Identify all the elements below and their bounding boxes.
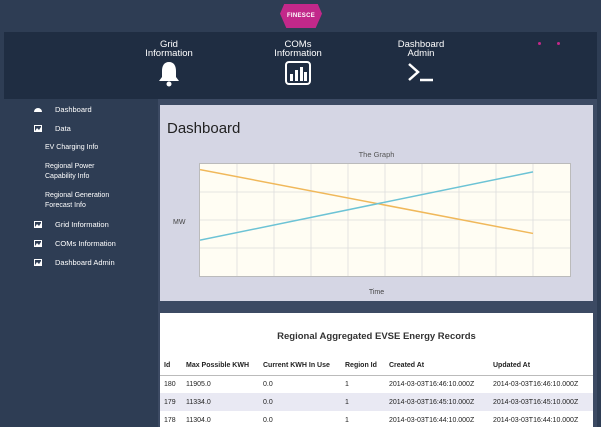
table-cell: 0.0	[259, 393, 341, 411]
chart-title: The Graph	[358, 150, 395, 159]
nav-label-line2: Information	[145, 48, 193, 59]
sidebar-item-ev-charging-info[interactable]: EV Charging Info	[45, 143, 98, 153]
sidebar-item-dashboard[interactable]: Dashboard	[34, 105, 92, 115]
records-table: Id Max Possible KWH Current KWH In Use Regi…	[160, 357, 593, 427]
table-cell: 1	[345, 380, 349, 388]
bar-chart-icon	[285, 61, 311, 85]
sidebar-item-dashboard-admin[interactable]: Dashboard Admin	[34, 258, 115, 268]
table-cell: 179	[160, 393, 182, 411]
main-content: Dashboard The Graph MW Time Regional Agg…	[158, 99, 597, 427]
table-cell: 0.0	[263, 380, 273, 388]
sidebar-item-label: COMs Information	[55, 239, 116, 248]
table-cell: 11905.0	[186, 380, 211, 388]
sidebar-item-coms-information[interactable]: COMs Information	[34, 239, 116, 249]
column-header: Id	[160, 357, 182, 376]
table-cell: 2014-03-03T16:46:10.000Z	[389, 380, 475, 388]
chart-x-axis-label: Time	[368, 289, 385, 296]
table-cell: 2014-03-03T16:45:10.000Z	[385, 393, 489, 411]
column-header: Created At	[385, 357, 489, 376]
nav-grid-information[interactable]: Grid Information	[139, 40, 199, 87]
picture-icon	[34, 125, 42, 133]
series-line-1	[199, 168, 534, 235]
table-cell: 2014-03-03T16:44:10.000Z	[389, 416, 475, 424]
accent-dot	[538, 42, 541, 45]
sidebar-item-data[interactable]: Data	[34, 124, 71, 134]
sidebar-item-regional-power-capability[interactable]: Regional Power Capability Info	[45, 162, 115, 181]
sidebar-item-label: Dashboard	[55, 105, 92, 114]
sidebar-item-regional-generation-forecast[interactable]: Regional Generation Forecast Info	[45, 191, 120, 210]
nav-label-line2: Information	[274, 48, 322, 59]
page-title: Dashboard	[167, 120, 241, 137]
picture-icon	[34, 259, 42, 267]
dashboard-icon	[34, 108, 42, 113]
table-cell: 2014-03-03T16:46:10.000Z	[493, 380, 579, 388]
table-header-row: Id Max Possible KWH Current KWH In Use Regi…	[160, 357, 593, 376]
sidebar-item-grid-information[interactable]: Grid Information	[34, 220, 109, 230]
sidebar-item-label: Data	[55, 124, 71, 133]
table-cell: 0.0	[263, 416, 273, 424]
column-header: Current KWH In Use	[259, 357, 341, 376]
table-cell: 2014-03-03T16:45:10.000Z	[489, 393, 593, 411]
finesce-logo[interactable]: FINESCE	[280, 4, 322, 28]
picture-icon	[34, 221, 42, 229]
graph-panel: Dashboard The Graph MW Time	[160, 105, 593, 301]
terminal-icon	[408, 63, 433, 82]
table-row[interactable]: 179 11334.0 0.0 1 2014-03-03T16:45:10.000Z 20…	[160, 393, 593, 411]
column-header: Updated At	[489, 357, 593, 376]
column-header: Region Id	[341, 357, 385, 376]
table-cell: 1	[345, 416, 349, 424]
table-cell: 11334.0	[182, 393, 259, 411]
sidebar: Dashboard Data EV Charging Info Regional…	[0, 99, 158, 427]
top-navigation: Grid Information COMs Information Dashbo…	[4, 32, 597, 99]
series-line-2	[199, 171, 534, 241]
table-cell: 178	[164, 416, 176, 424]
nav-label-line2: Admin	[407, 48, 435, 59]
column-header: Max Possible KWH	[182, 357, 259, 376]
line-chart	[199, 164, 570, 276]
chart-plot-area	[199, 163, 571, 277]
logo-strip: FINESCE	[0, 0, 601, 32]
nav-coms-information[interactable]: COMs Information	[268, 40, 328, 85]
picture-icon	[34, 240, 42, 248]
table-cell: 11304.0	[186, 416, 211, 424]
sidebar-item-label: Dashboard Admin	[55, 258, 115, 267]
table-cell: 1	[341, 393, 385, 411]
table-cell: 180	[164, 380, 176, 388]
records-panel: Regional Aggregated EVSE Energy Records …	[160, 313, 593, 427]
accent-dot	[557, 42, 560, 45]
chart-y-axis-label: MW	[173, 219, 186, 226]
bell-icon	[159, 62, 179, 87]
table-cell: 2014-03-03T16:44:10.000Z	[493, 416, 579, 424]
table-row[interactable]: 180 11905.0 0.0 1 2014-03-03T16:46:10.000Z 20…	[160, 375, 593, 393]
sidebar-item-label: Grid Information	[55, 220, 109, 229]
nav-dashboard-admin[interactable]: Dashboard Admin	[389, 40, 453, 83]
records-title: Regional Aggregated EVSE Energy Records	[277, 331, 476, 342]
table-row[interactable]: 178 11304.0 0.0 1 2014-03-03T16:44:10.000Z 20…	[160, 411, 593, 427]
